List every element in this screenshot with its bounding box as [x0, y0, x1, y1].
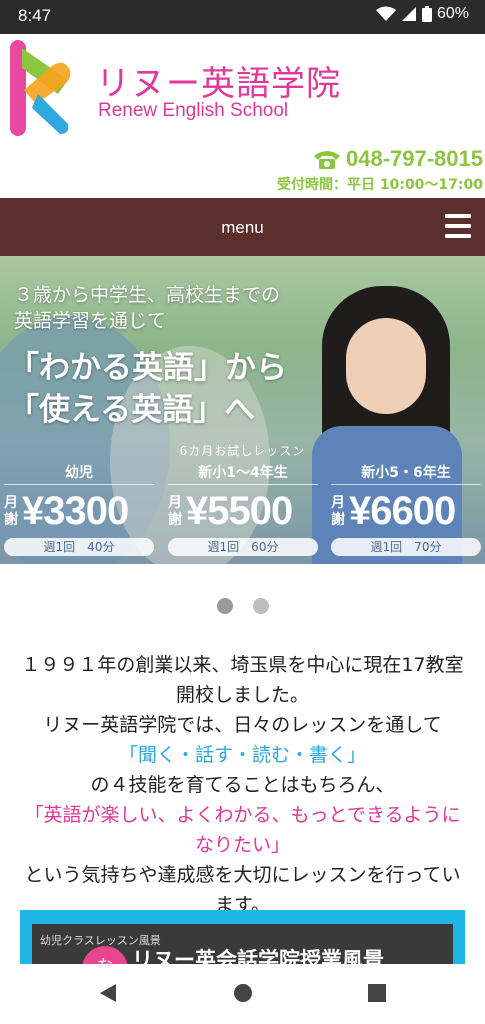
signal-icon — [401, 7, 416, 21]
hero-headline-2: 「使える英語」へ — [8, 392, 256, 428]
four-skills-highlight: 「聞く・話す・読む・書く」 — [118, 744, 366, 766]
price-level: 幼児 — [4, 462, 154, 485]
price-level: 新小5・6年生 — [331, 462, 481, 485]
monthly-label: 月謝 — [168, 494, 182, 528]
phone-link[interactable]: 048-797-8015 — [312, 146, 483, 172]
system-nav-bar — [0, 964, 485, 1024]
lesson-frequency: 週1回 70分 — [331, 538, 481, 556]
back-icon[interactable] — [98, 982, 118, 1004]
home-icon[interactable] — [233, 982, 253, 1004]
slider-dot-2[interactable] — [252, 598, 269, 614]
status-icons: 60% — [375, 5, 469, 23]
school-logo[interactable] — [8, 38, 76, 138]
lesson-frequency: 週1回 60分 — [168, 538, 318, 556]
business-hours: 受付時間：平日 10:00〜17:00 — [276, 177, 483, 193]
hero-line-1: ３歳から中学生、高校生までの — [14, 284, 281, 306]
lesson-frequency: 週1回 40分 — [4, 538, 154, 556]
intro-paragraph-3: の４技能を育てることはもちろん、 — [90, 774, 395, 796]
battery-percent: 60% — [436, 5, 469, 22]
intro-text: １９９１年の創業以来、埼玉県を中心に現在17教室開校しました。 リヌー英語学院で… — [16, 650, 469, 920]
price-card-preschool: 幼児 月謝 ¥3300 週1回 40分 — [4, 462, 154, 556]
slider-pagination — [0, 598, 485, 614]
brand-name-en[interactable]: Renew English School — [98, 100, 288, 122]
price-card-grade1-4: 新小1〜4年生 月謝 ¥5500 週1回 60分 — [168, 462, 318, 556]
status-bar: 8:47 60% — [0, 0, 485, 34]
hero-headline-1: 「わかる英語」から — [8, 350, 287, 386]
price-card-grade5-6: 新小5・6年生 月謝 ¥6600 週1回 70分 — [331, 462, 481, 556]
intro-paragraph-1: １９９１年の創業以来、埼玉県を中心に現在17教室開校しました。 — [21, 654, 464, 706]
intro-paragraph-2: リヌー英語学院では、日々のレッスンを通して — [43, 714, 442, 736]
price-amount: ¥6600 — [349, 489, 456, 533]
recents-icon[interactable] — [367, 982, 387, 1004]
slider-dot-1[interactable] — [216, 598, 233, 614]
price-level: 新小1〜4年生 — [168, 462, 318, 485]
goal-highlight: 「英語が楽しい、よくわかる、もっとできるようになりたい」 — [24, 804, 461, 856]
battery-icon — [421, 6, 432, 22]
monthly-label: 月謝 — [331, 494, 345, 528]
wifi-icon — [375, 6, 396, 21]
phone-icon — [313, 151, 340, 169]
hero-line-2: 英語学習を通じて — [14, 310, 167, 332]
trial-lesson-label: 6カ月お試しレッスン — [179, 444, 306, 458]
menu-bar[interactable]: menu — [0, 198, 485, 256]
monthly-label: 月謝 — [4, 494, 18, 528]
phone-number: 048-797-8015 — [345, 146, 483, 171]
status-time: 8:47 — [18, 6, 52, 25]
brand-name-jp[interactable]: リヌー英語学院 — [96, 56, 341, 105]
girl-face — [346, 318, 426, 414]
menu-label[interactable]: menu — [0, 218, 485, 238]
price-amount: ¥5500 — [186, 489, 293, 533]
site-header: リヌー英語学院 Renew English School 048-797-801… — [0, 34, 485, 198]
hamburger-menu-icon[interactable] — [445, 214, 471, 238]
price-amount: ¥3300 — [22, 489, 129, 533]
hero-slide[interactable]: ３歳から中学生、高校生までの 英語学習を通じて 「わかる英語」から 「使える英語… — [0, 256, 485, 564]
